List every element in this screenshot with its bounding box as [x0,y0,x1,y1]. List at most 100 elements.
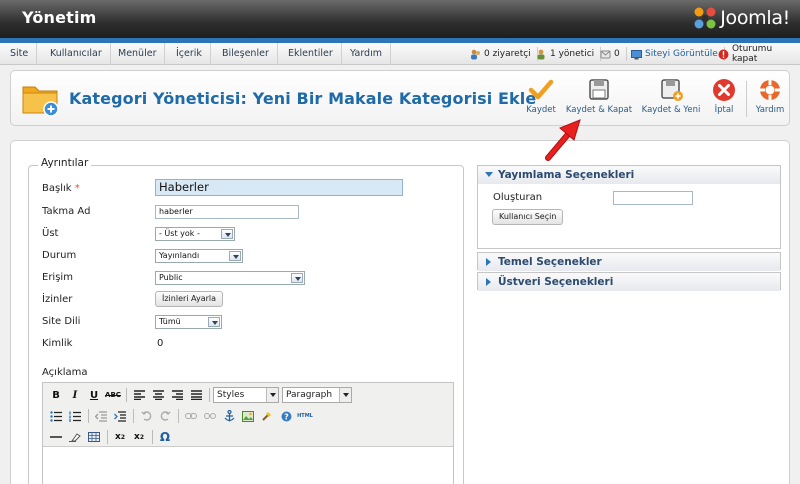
chevron-down-icon [291,273,303,283]
page-title: Kategori Yöneticisi: Yeni Bir Makale Kat… [69,89,537,108]
save-new-button[interactable]: Kaydet & Yeni [639,75,703,123]
visitor-count: 0 ziyaretçi [470,43,538,65]
state-select[interactable]: Yayınlandı [155,249,243,263]
bold-icon[interactable]: B [47,386,65,404]
basic-options-header[interactable]: Temel Seçenekler [478,253,780,271]
set-permissions-button[interactable]: İzinleri Ayarla [155,291,224,307]
help-button[interactable]: Yardım [752,75,788,123]
indent-icon[interactable] [111,407,129,425]
help-icon[interactable]: ? [277,407,295,425]
alias-input[interactable]: haberler [155,205,299,219]
metadata-options-panel[interactable]: Üstveri Seçenekleri [477,272,781,291]
chevron-down-icon [208,317,220,327]
required-marker: * [74,183,80,194]
permissions-label: İzinler [42,294,73,305]
created-by-input[interactable] [613,191,693,205]
chevron-right-icon [486,258,491,266]
chevron-right-icon [486,278,491,286]
language-select[interactable]: Tümü [155,315,222,329]
align-left-icon[interactable] [130,386,148,404]
admin-icon [537,49,545,59]
numbered-list-icon[interactable] [66,407,84,425]
id-label: Kimlik [42,338,73,349]
unlink-icon[interactable] [201,407,219,425]
styles-select[interactable]: Styles [213,387,279,403]
joomla-logo[interactable]: Joomla! [692,5,790,31]
logo-text: Joomla! [720,7,790,29]
joomla-logo-icon [694,7,716,29]
admin-count: 1 yönetici [536,43,602,65]
menu-item-users[interactable]: Kullanıcılar [42,43,111,65]
close-icon [713,79,735,101]
lifebuoy-icon [760,80,780,100]
outdent-icon[interactable] [92,407,110,425]
view-site-link[interactable]: Siteyi Görüntüle [631,43,725,65]
access-select[interactable]: Public [155,271,305,285]
cleanup-icon[interactable] [258,407,276,425]
annotation-arrow-icon [545,119,581,161]
italic-icon[interactable]: I [66,386,84,404]
undo-icon[interactable] [137,407,155,425]
chevron-down-icon [266,388,278,402]
details-legend: Ayrıntılar [38,157,92,169]
cancel-button[interactable]: İptal [707,75,741,123]
title-input[interactable]: Haberler [155,179,403,196]
chevron-down-icon [339,388,351,402]
subscript-icon[interactable]: x2 [111,428,129,446]
anchor-icon[interactable] [220,407,238,425]
special-character-icon[interactable]: Ω [156,428,174,446]
save-close-button[interactable]: Kaydet & Kapat [565,75,633,123]
image-icon[interactable] [239,407,257,425]
site-title: Yönetim [22,8,97,27]
svg-text:?: ? [284,412,289,421]
toolbar-panel: Kategori Yöneticisi: Yeni Bir Makale Kat… [10,70,790,126]
menu-item-extensions[interactable]: Eklentiler [280,43,342,65]
id-value: 0 [157,338,164,349]
select-user-button[interactable]: Kullanıcı Seçin [492,209,564,225]
description-label: Açıklama [42,367,88,378]
category-folder-icon [22,86,59,117]
alias-label: Takma Ad [42,206,91,217]
align-center-icon[interactable] [149,386,167,404]
logout-icon [718,49,729,59]
checkmark-icon [528,79,554,100]
align-right-icon[interactable] [168,386,186,404]
language-label: Site Dili [42,316,81,327]
horizontal-rule-icon[interactable] [47,428,65,446]
underline-icon[interactable]: U [85,386,103,404]
metadata-options-header[interactable]: Üstveri Seçenekleri [478,273,780,291]
publishing-options-header[interactable]: Yayımlama Seçenekleri [478,166,780,184]
menu-item-help[interactable]: Yardım [342,43,391,65]
format-select[interactable]: Paragraph [282,387,352,403]
title-label: Başlık * [42,183,80,194]
remove-format-icon[interactable] [66,428,84,446]
logout-link[interactable]: Oturumu kapat [718,43,800,65]
menu-item-menus[interactable]: Menüler [110,43,166,65]
floppy-disk-icon [589,79,609,100]
parent-label: Üst [42,228,59,239]
description-editor[interactable]: B I U ABC Styles Paragraph ? HTML x 2 x … [42,382,454,484]
superscript-icon[interactable]: x2 [130,428,148,446]
top-header: Yönetim Joomla! [0,0,800,38]
users-icon [471,49,480,59]
redo-icon[interactable] [156,407,174,425]
table-icon[interactable] [85,428,103,446]
parent-select[interactable]: - Üst yok - [155,227,235,241]
menu-item-site[interactable]: Site [2,43,38,65]
state-label: Durum [42,250,77,261]
message-count[interactable]: 0 [600,43,627,65]
html-source-icon[interactable]: HTML [296,407,314,425]
save-button[interactable]: Kaydet [519,75,563,123]
basic-options-panel[interactable]: Temel Seçenekler [477,252,781,271]
monitor-icon [631,49,642,59]
link-icon[interactable] [182,407,200,425]
align-justify-icon[interactable] [187,386,205,404]
message-icon [600,50,611,58]
editor-toolbar: B I U ABC Styles Paragraph ? HTML x 2 x … [43,383,453,447]
strikethrough-icon[interactable]: ABC [104,386,122,404]
menu-item-components[interactable]: Bileşenler [214,43,278,65]
bullet-list-icon[interactable] [47,407,65,425]
menu-item-content[interactable]: İçerik [168,43,211,65]
chevron-down-icon [221,229,233,239]
toolbar-divider [746,81,747,117]
